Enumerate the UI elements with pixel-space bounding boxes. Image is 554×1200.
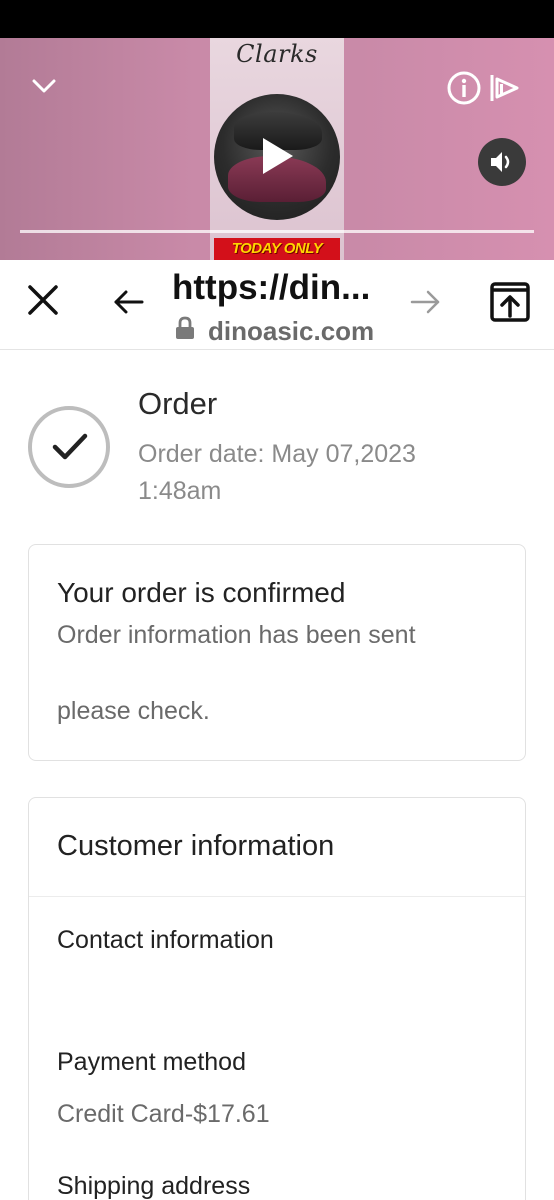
order-date: Order date: May 07,2023 1:48am [138,440,416,505]
shipping-address-label: Shipping address [57,1172,251,1200]
url-title[interactable]: https://din... [172,268,392,308]
open-external-icon[interactable] [488,280,532,324]
volume-icon [491,152,510,172]
volume-button[interactable] [478,138,526,186]
url-domain: dinoasic.com [208,316,375,346]
play-icon[interactable] [263,138,293,174]
customer-information-card: Customer information Contact information… [28,797,526,1200]
confirmation-message: Order information has been sent [57,621,416,649]
video-progress-bar[interactable] [20,230,534,233]
order-title: Order [138,386,218,421]
status-bar [0,0,554,38]
ad-brand-logo: Clarks [236,40,318,68]
contact-info-label: Contact information [57,926,274,954]
confirmation-instruction: please check. [57,697,210,725]
back-arrow-icon[interactable] [112,285,146,319]
lock-icon [176,316,194,339]
ad-play-icon[interactable] [486,70,522,106]
order-status-icon [28,406,110,488]
confirmation-heading: Your order is confirmed [57,577,346,608]
divider [29,896,525,897]
forward-arrow-icon[interactable] [408,285,442,319]
customer-info-heading: Customer information [57,830,335,862]
browser-toolbar: https://din... dinoasic.com [0,260,554,350]
chevron-down-icon[interactable] [32,74,56,98]
payment-method-value: Credit Card-$17.61 [57,1100,270,1128]
checkmark-icon [52,433,88,460]
info-icon[interactable] [446,70,482,106]
payment-method-label: Payment method [57,1048,246,1076]
close-icon[interactable] [26,283,60,317]
order-confirmation-card: Your order is confirmed Order informatio… [28,544,526,761]
video-ad[interactable]: Clarks TODAY ONLY $3.99 [0,38,554,260]
promo-banner: TODAY ONLY $3.99 [214,238,340,260]
